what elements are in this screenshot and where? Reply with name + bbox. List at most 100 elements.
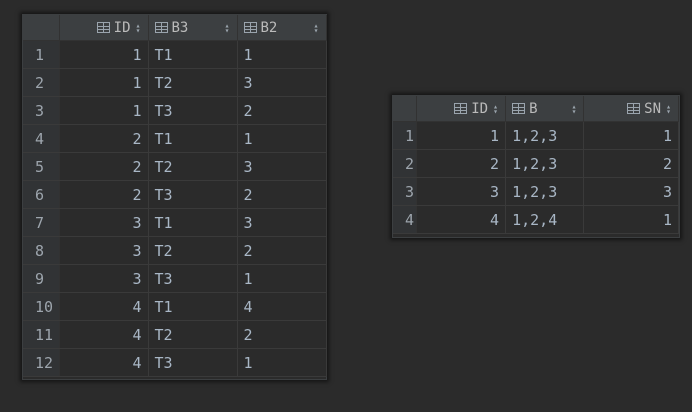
table-row[interactable]: 2 2 1,2,3 2 xyxy=(393,149,679,178)
cell-id[interactable]: 1 xyxy=(59,40,149,69)
cell-sn[interactable]: 1 xyxy=(583,121,679,150)
table-row[interactable]: 2 1 T2 3 xyxy=(23,68,327,97)
cell-id[interactable]: 2 xyxy=(59,124,149,153)
row-number[interactable]: 9 xyxy=(23,264,60,293)
table-row[interactable]: 11 4 T2 2 xyxy=(23,320,327,349)
row-number[interactable]: 2 xyxy=(393,149,417,178)
table-row[interactable]: 1 1 T1 1 xyxy=(23,40,327,69)
cell-b2[interactable]: 3 xyxy=(237,68,327,97)
header-row: ID ▴ ▾ B ▴ ▾ SN ▴ ▾ xyxy=(393,96,679,122)
column-header-label: SN xyxy=(644,100,661,117)
cell-b2[interactable]: 2 xyxy=(237,320,327,349)
cell-id[interactable]: 4 xyxy=(59,348,149,377)
cell-b2[interactable]: 2 xyxy=(237,236,327,265)
cell-b[interactable]: 1,2,4 xyxy=(505,205,585,234)
table-column-icon xyxy=(627,103,641,114)
cell-b3[interactable]: T3 xyxy=(148,96,238,125)
cell-id[interactable]: 2 xyxy=(59,152,149,181)
table-row[interactable]: 9 3 T3 1 xyxy=(23,264,327,293)
row-number[interactable]: 1 xyxy=(393,121,417,150)
cell-b3[interactable]: T3 xyxy=(148,348,238,377)
cell-b2[interactable]: 1 xyxy=(237,348,327,377)
cell-b2[interactable]: 2 xyxy=(237,180,327,209)
row-number[interactable]: 3 xyxy=(393,177,417,206)
cell-b3[interactable]: T2 xyxy=(148,236,238,265)
cell-id[interactable]: 3 xyxy=(59,264,149,293)
row-number[interactable]: 6 xyxy=(23,180,60,209)
table-row[interactable]: 5 2 T2 3 xyxy=(23,152,327,181)
table-row[interactable]: 3 1 T3 2 xyxy=(23,96,327,125)
sort-arrows-icon[interactable]: ▴ ▾ xyxy=(665,102,672,115)
sort-arrows-icon[interactable]: ▴ ▾ xyxy=(570,102,577,115)
row-number[interactable]: 8 xyxy=(23,236,60,265)
cell-b2[interactable]: 3 xyxy=(237,152,327,181)
cell-id[interactable]: 4 xyxy=(59,320,149,349)
row-number[interactable]: 5 xyxy=(23,152,60,181)
cell-sn[interactable]: 1 xyxy=(583,205,679,234)
table-row[interactable]: 4 2 T1 1 xyxy=(23,124,327,153)
row-number[interactable]: 11 xyxy=(23,320,60,349)
cell-b[interactable]: 1,2,3 xyxy=(505,177,585,206)
cell-b2[interactable]: 2 xyxy=(237,96,327,125)
cell-id[interactable]: 1 xyxy=(59,68,149,97)
row-number-header xyxy=(393,96,417,122)
cell-b3[interactable]: T1 xyxy=(148,124,238,153)
table-row[interactable]: 1 1 1,2,3 1 xyxy=(393,121,679,150)
row-number[interactable]: 2 xyxy=(23,68,60,97)
column-header-id[interactable]: ID ▴ ▾ xyxy=(59,15,149,41)
row-number[interactable]: 4 xyxy=(23,124,60,153)
table-row[interactable]: 3 3 1,2,3 3 xyxy=(393,177,679,206)
row-number[interactable]: 7 xyxy=(23,208,60,237)
cell-id[interactable]: 1 xyxy=(59,96,149,125)
sort-arrows-icon[interactable]: ▴ ▾ xyxy=(135,21,142,34)
table-row[interactable]: 12 4 T3 1 xyxy=(23,348,327,377)
cell-b2[interactable]: 1 xyxy=(237,40,327,69)
row-number[interactable]: 3 xyxy=(23,96,60,125)
table-row[interactable]: 6 2 T3 2 xyxy=(23,180,327,209)
cell-b2[interactable]: 1 xyxy=(237,264,327,293)
result-table-left: ID ▴ ▾ B3 ▴ ▾ B2 ▴ ▾ 1 1 T1 1 2 1 T2 3 3… xyxy=(23,15,327,377)
cell-id[interactable]: 4 xyxy=(59,292,149,321)
table-row[interactable]: 7 3 T1 3 xyxy=(23,208,327,237)
cell-b[interactable]: 1,2,3 xyxy=(505,121,585,150)
row-number[interactable]: 4 xyxy=(393,205,417,234)
cell-b2[interactable]: 4 xyxy=(237,292,327,321)
column-header-b2[interactable]: B2 ▴ ▾ xyxy=(237,15,327,41)
column-header-sn[interactable]: SN ▴ ▾ xyxy=(583,96,679,122)
table-row[interactable]: 8 3 T2 2 xyxy=(23,236,327,265)
row-number[interactable]: 10 xyxy=(23,292,60,321)
sort-arrows-icon[interactable]: ▴ ▾ xyxy=(492,102,499,115)
cell-id[interactable]: 2 xyxy=(416,149,507,178)
table-column-icon xyxy=(454,103,468,114)
header-row: ID ▴ ▾ B3 ▴ ▾ B2 ▴ ▾ xyxy=(23,15,327,41)
table-column-icon xyxy=(243,22,257,33)
cell-id[interactable]: 3 xyxy=(59,236,149,265)
cell-id[interactable]: 3 xyxy=(416,177,507,206)
table-row[interactable]: 10 4 T1 4 xyxy=(23,292,327,321)
cell-b3[interactable]: T1 xyxy=(148,40,238,69)
cell-id[interactable]: 2 xyxy=(59,180,149,209)
cell-b2[interactable]: 1 xyxy=(237,124,327,153)
row-number[interactable]: 1 xyxy=(23,40,60,69)
cell-b3[interactable]: T1 xyxy=(148,292,238,321)
cell-sn[interactable]: 3 xyxy=(583,177,679,206)
cell-id[interactable]: 3 xyxy=(59,208,149,237)
cell-b3[interactable]: T3 xyxy=(148,180,238,209)
sort-arrows-icon[interactable]: ▴ ▾ xyxy=(224,21,231,34)
cell-id[interactable]: 1 xyxy=(416,121,507,150)
cell-b3[interactable]: T2 xyxy=(148,68,238,97)
cell-b3[interactable]: T2 xyxy=(148,320,238,349)
table-row[interactable]: 4 4 1,2,4 1 xyxy=(393,205,679,234)
cell-sn[interactable]: 2 xyxy=(583,149,679,178)
cell-id[interactable]: 4 xyxy=(416,205,507,234)
cell-b[interactable]: 1,2,3 xyxy=(505,149,585,178)
sort-arrows-icon[interactable]: ▴ ▾ xyxy=(313,21,320,34)
column-header-id[interactable]: ID ▴ ▾ xyxy=(416,96,507,122)
cell-b3[interactable]: T1 xyxy=(148,208,238,237)
row-number[interactable]: 12 xyxy=(23,348,60,377)
column-header-b[interactable]: B ▴ ▾ xyxy=(505,96,585,122)
column-header-b3[interactable]: B3 ▴ ▾ xyxy=(148,15,238,41)
cell-b3[interactable]: T3 xyxy=(148,264,238,293)
cell-b3[interactable]: T2 xyxy=(148,152,238,181)
cell-b2[interactable]: 3 xyxy=(237,208,327,237)
